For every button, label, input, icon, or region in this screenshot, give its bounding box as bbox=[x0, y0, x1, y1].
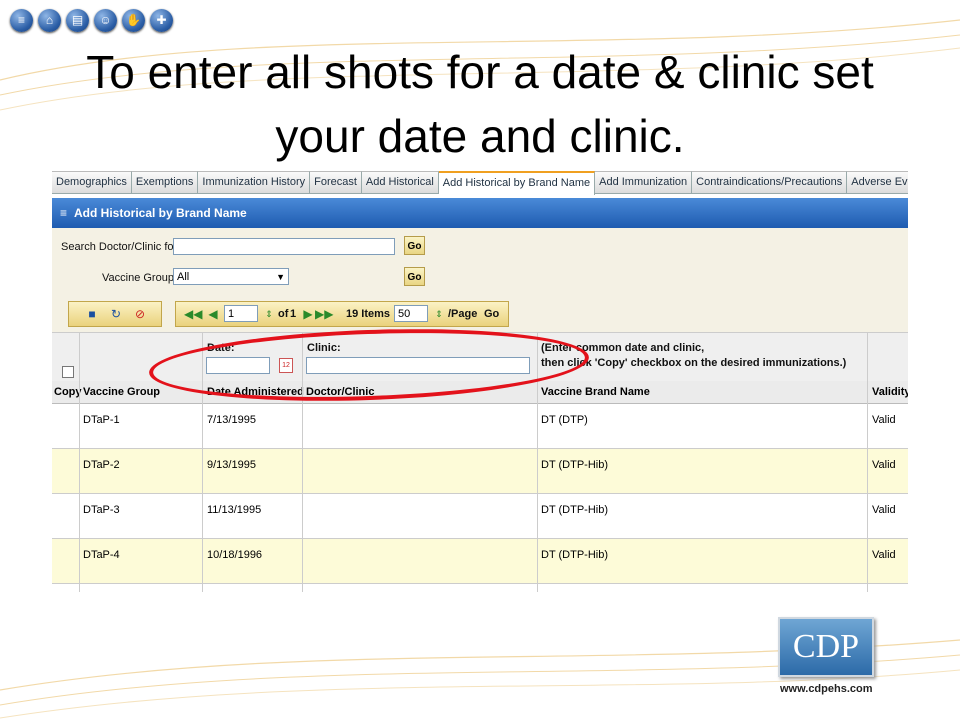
per-page-stepper-icon[interactable]: ⇕ bbox=[430, 305, 448, 323]
cell-date: 7/13/1995 bbox=[207, 414, 256, 426]
pager-go-button[interactable]: Go bbox=[484, 308, 499, 320]
col-brand-name[interactable]: Vaccine Brand Name bbox=[541, 386, 650, 398]
tab-add-historical-by-brand[interactable]: Add Historical by Brand Name bbox=[438, 171, 596, 195]
page-stepper-icon[interactable]: ⇕ bbox=[260, 305, 278, 323]
items-count: 19 Items bbox=[346, 308, 391, 320]
page-number-input[interactable]: 1 bbox=[224, 305, 258, 322]
cell-brand: DT (DTP-Hib) bbox=[541, 504, 609, 516]
vaccine-group-label: Vaccine Group bbox=[102, 272, 174, 284]
panel-title: Add Historical by Brand Name bbox=[74, 206, 247, 220]
table-row[interactable]: DTaP-3 11/13/1995 DT (DTP-Hib) Valid bbox=[52, 494, 908, 539]
tab-add-immunization[interactable]: Add Immunization bbox=[595, 171, 693, 193]
menu-icon[interactable]: ≡ bbox=[10, 9, 33, 32]
vaccine-group-select[interactable]: All ▼ bbox=[173, 268, 289, 285]
medical-cross-icon[interactable]: ✚ bbox=[150, 9, 173, 32]
cell-vaccine-group: DTaP-4 bbox=[83, 549, 120, 561]
cell-validity: Valid bbox=[872, 414, 896, 426]
last-page-icon[interactable]: ▶▶ bbox=[315, 305, 333, 323]
family-icon[interactable]: ☺ bbox=[94, 9, 117, 32]
col-copy[interactable]: Copy bbox=[54, 386, 82, 398]
first-page-icon[interactable]: ◀◀ bbox=[184, 305, 202, 323]
tab-contraindications[interactable]: Contraindications/Precautions bbox=[692, 171, 848, 193]
cell-validity: Valid bbox=[872, 459, 896, 471]
action-toolbar: ■ ↻ ⊘ bbox=[68, 301, 162, 327]
search-doctor-label: Search Doctor/Clinic for bbox=[61, 241, 178, 253]
total-pages: 1 bbox=[290, 308, 297, 320]
column-divider bbox=[867, 332, 868, 592]
chevron-down-icon: ▼ bbox=[276, 272, 285, 282]
tab-exemptions[interactable]: Exemptions bbox=[131, 171, 199, 193]
col-validity[interactable]: Validity bbox=[872, 386, 908, 398]
vaccine-group-value: All bbox=[177, 271, 190, 283]
table-row[interactable]: DTaP-1 7/13/1995 DT (DTP) Valid bbox=[52, 404, 908, 449]
cell-date: 11/13/1995 bbox=[207, 504, 262, 516]
cell-vaccine-group: DTaP-2 bbox=[83, 459, 120, 471]
cell-date: 9/13/1995 bbox=[207, 459, 256, 471]
prev-page-icon[interactable]: ◀ bbox=[204, 305, 222, 323]
cell-brand: DT (DTP-Hib) bbox=[541, 459, 609, 471]
search-doctor-input[interactable] bbox=[173, 238, 395, 255]
home-icon[interactable]: ⌂ bbox=[38, 9, 61, 32]
cdp-logo: CDP bbox=[778, 617, 874, 677]
tab-add-historical[interactable]: Add Historical bbox=[361, 171, 439, 193]
cell-vaccine-group: DTaP-3 bbox=[83, 504, 120, 516]
clear-icon[interactable]: ⊘ bbox=[131, 305, 149, 323]
cell-date: 10/18/1996 bbox=[207, 549, 263, 561]
website-url: www.cdpehs.com bbox=[780, 683, 873, 695]
slide-title: To enter all shots for a date & clinic s… bbox=[86, 46, 874, 162]
cell-validity: Valid bbox=[872, 549, 896, 561]
cell-validity: Valid bbox=[872, 504, 896, 516]
slide-nav: ≡ ⌂ ▤ ☺ ✋ ✚ bbox=[10, 9, 173, 32]
cell-brand: DT (DTP-Hib) bbox=[541, 549, 609, 561]
save-icon[interactable]: ■ bbox=[83, 305, 101, 323]
tab-forecast[interactable]: Forecast bbox=[310, 171, 362, 193]
tab-demographics[interactable]: Demographics bbox=[52, 171, 132, 193]
tab-immunization-history[interactable]: Immunization History bbox=[198, 171, 311, 193]
cell-brand: DT (DTP) bbox=[541, 414, 588, 426]
of-label: of bbox=[278, 308, 289, 320]
hands-icon[interactable]: ✋ bbox=[122, 9, 145, 32]
per-page-label: /Page bbox=[448, 308, 478, 320]
copy-all-checkbox[interactable] bbox=[62, 366, 74, 378]
pager-toolbar: ◀◀ ◀ 1 ⇕ of 1 ▶ ▶▶ 19 Items 50 ⇕ /Page G… bbox=[175, 301, 509, 327]
tab-adverse-events[interactable]: Adverse Events bbox=[847, 171, 908, 193]
col-vaccine-group[interactable]: Vaccine Group bbox=[83, 386, 160, 398]
per-page-input[interactable]: 50 bbox=[394, 305, 428, 322]
tab-bar: Demographics Exemptions Immunization His… bbox=[52, 171, 908, 195]
table-row[interactable]: DTaP-2 9/13/1995 DT (DTP-Hib) Valid bbox=[52, 449, 908, 494]
table-row[interactable]: DTaP-4 10/18/1996 DT (DTP-Hib) Valid bbox=[52, 539, 908, 584]
cell-vaccine-group: DTaP-1 bbox=[83, 414, 120, 426]
list-icon: ≡ bbox=[60, 206, 68, 220]
column-divider bbox=[79, 332, 80, 592]
refresh-icon[interactable]: ↻ bbox=[107, 305, 125, 323]
documents-icon[interactable]: ▤ bbox=[66, 9, 89, 32]
vaccine-group-go-button[interactable]: Go bbox=[404, 267, 425, 286]
search-go-button[interactable]: Go bbox=[404, 236, 425, 255]
panel-header: ≡ Add Historical by Brand Name bbox=[52, 198, 908, 228]
